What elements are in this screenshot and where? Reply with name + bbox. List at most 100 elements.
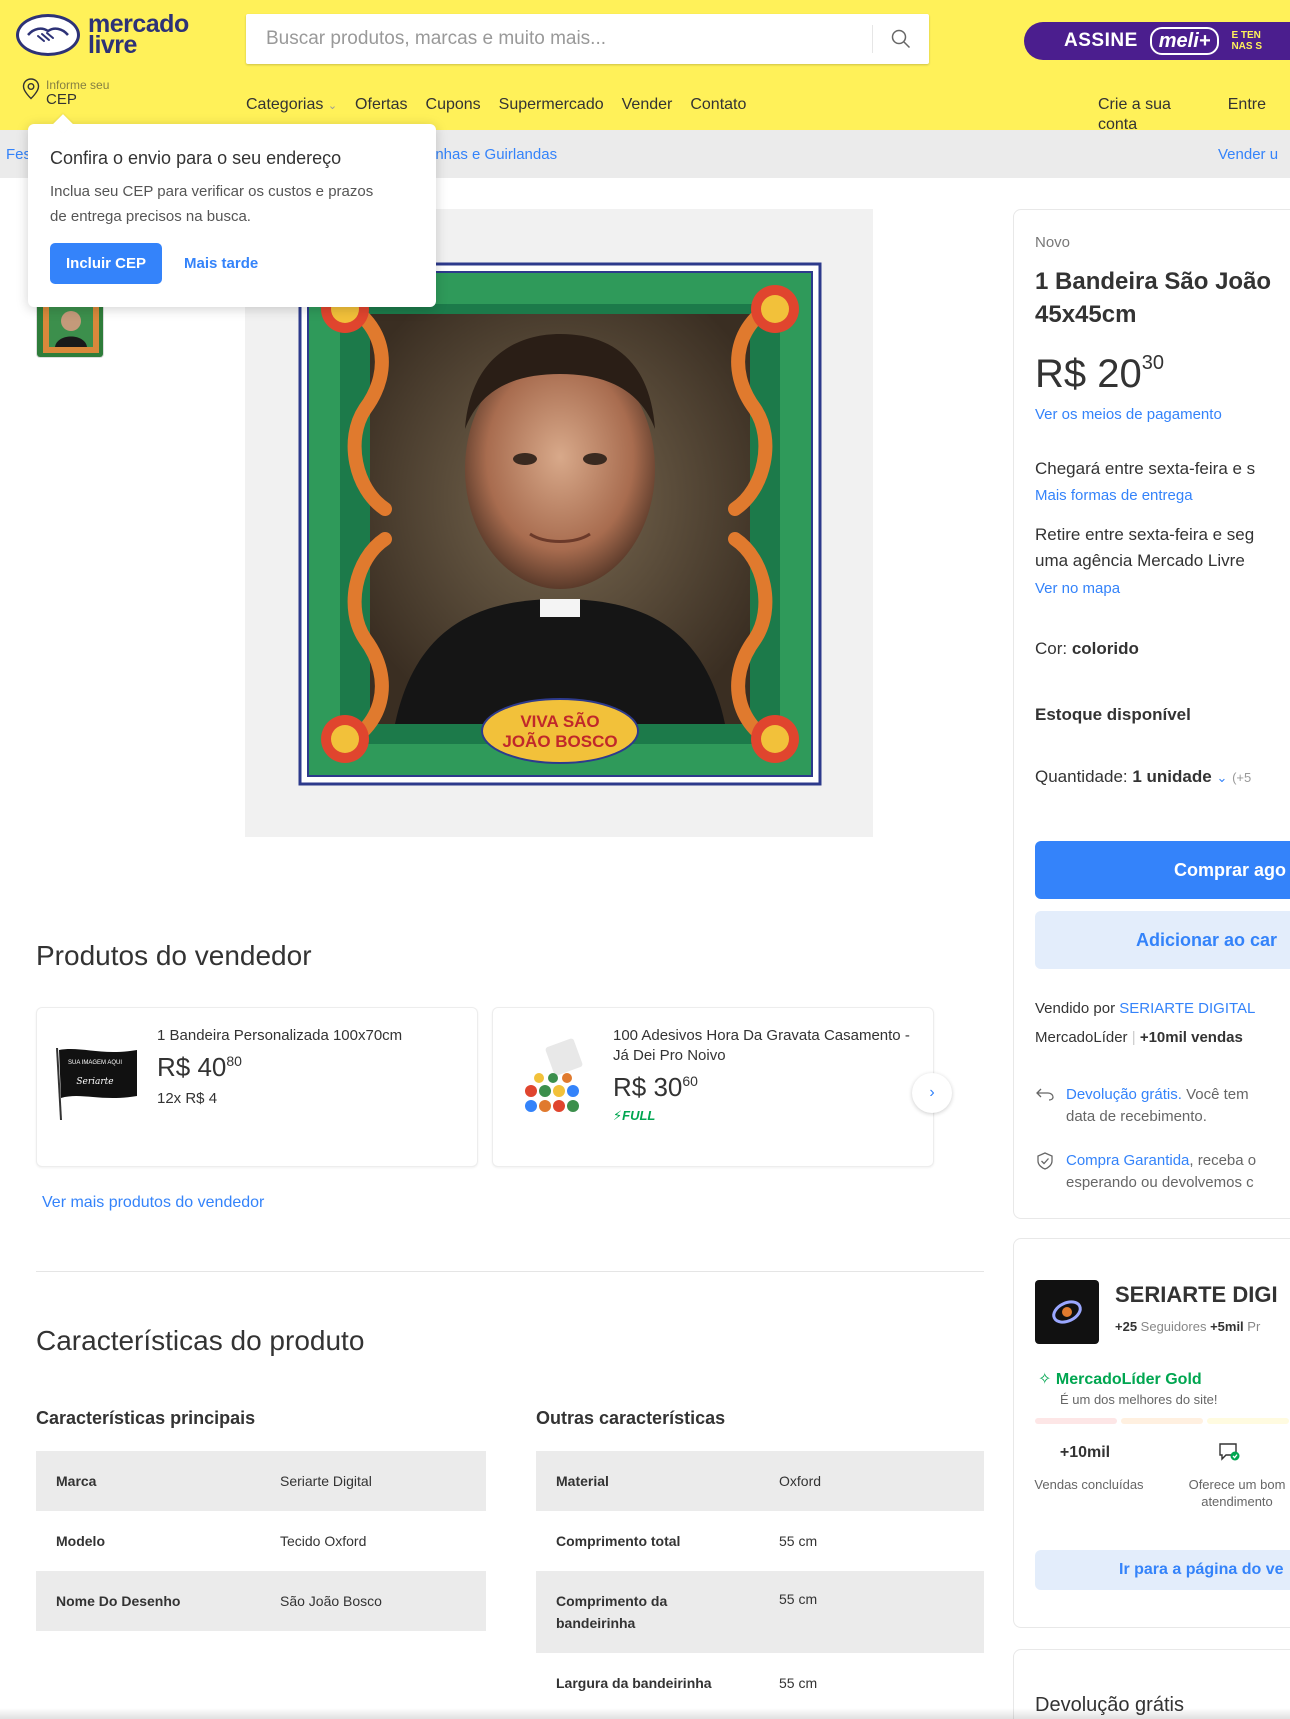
sold-by: Vendido por SERIARTE DIGITAL <box>1035 1000 1256 1017</box>
more-seller-products-link[interactable]: Ver mais produtos do vendedor <box>42 1194 264 1212</box>
spec-value: Seriarte Digital <box>260 1451 486 1511</box>
service-label: Oferece um bom atendimento <box>1188 1477 1286 1509</box>
include-cep-button[interactable]: Incluir CEP <box>50 243 163 284</box>
popup-text: Inclua seu CEP para verificar os custos … <box>50 183 374 225</box>
chat-check-icon <box>1219 1443 1240 1461</box>
spec-key: Nome Do Desenho <box>36 1571 260 1631</box>
guarantee-link[interactable]: Compra Garantida <box>1066 1152 1189 1169</box>
card-product-price: R$ 3060 <box>613 1072 698 1102</box>
mercado-livre-logo[interactable]: mercado livre <box>16 10 189 59</box>
spec-row: Material Oxford <box>536 1451 984 1511</box>
spec-key: Comprimento total <box>556 1533 681 1549</box>
medal-icon: ✧ <box>1038 1371 1052 1388</box>
seller-product-card[interactable]: 100 Adesivos Hora Da Gravata Casamento -… <box>492 1007 934 1167</box>
spec-value: 55 cm <box>759 1571 984 1653</box>
product-image <box>525 1038 583 1112</box>
reputation-segment <box>1035 1418 1117 1424</box>
nav-categorias[interactable]: Categorias ⌄ <box>246 95 337 116</box>
meli-plus-logo: meli+ <box>1149 27 1220 55</box>
nav-vender[interactable]: Vender <box>622 95 673 116</box>
bottom-shadow <box>0 1708 1290 1719</box>
returns-info-line2: data de recebimento. <box>1066 1108 1207 1125</box>
breadcrumb-link[interactable]: rinhas e Guirlandas <box>427 146 557 163</box>
nav-cupons[interactable]: Cupons <box>426 95 481 116</box>
spec-key: Modelo <box>56 1533 105 1549</box>
login-link[interactable]: Entre <box>1228 95 1266 135</box>
spec-value: Oxford <box>759 1451 984 1511</box>
payment-methods-link[interactable]: Ver os meios de pagamento <box>1035 406 1222 423</box>
spec-row: Comprimento da bandeirinha 55 cm <box>536 1571 984 1653</box>
spec-key: Material <box>536 1451 759 1511</box>
logo-wordmark: mercado livre <box>88 10 189 59</box>
returns-link[interactable]: Devolução grátis. <box>1066 1086 1182 1103</box>
cep-label: CEP <box>46 91 77 108</box>
other-characteristics-table: Material Oxford Comprimento total 55 cm … <box>536 1451 984 1713</box>
chevron-down-icon: ⌄ <box>1216 770 1228 785</box>
gold-subtitle: É um dos melhores do site! <box>1060 1392 1218 1407</box>
reputation-segment <box>1121 1418 1203 1424</box>
meli-plus-banner[interactable]: ASSINE meli+ E TEN NAS S <box>1024 22 1290 60</box>
spec-row: Largura da bandeirinha 55 cm <box>536 1653 984 1713</box>
seller-products-title: Produtos do vendedor <box>36 940 312 971</box>
search-bar[interactable] <box>246 14 929 64</box>
main-nav: Categorias ⌄ Ofertas Cupons Supermercado… <box>246 95 764 116</box>
image-banner-text-2: JOÃO BOSCO <box>502 731 617 751</box>
cep-popup: Confira o envio para o seu endereço Incl… <box>28 114 436 307</box>
characteristics-title: Características do produto <box>36 1325 365 1356</box>
product-image: SUA IMAGEM AQUI Seriarte <box>56 1047 137 1121</box>
delivery-options-link[interactable]: Mais formas de entrega <box>1035 487 1193 504</box>
spec-row: Modelo Tecido Oxford <box>36 1511 486 1571</box>
mercadolider-gold: ✧ MercadoLíder Gold <box>1038 1371 1202 1388</box>
full-badge: ⚡FULL <box>613 1108 656 1123</box>
account-nav: Crie a sua conta Entre <box>1098 95 1290 135</box>
carousel-next-button[interactable]: › <box>912 1073 952 1113</box>
lightning-icon: ⚡ <box>613 1108 623 1123</box>
sell-similar-link[interactable]: Vender u <box>1218 146 1278 163</box>
cep-selector[interactable]: Informe seu CEP <box>22 78 109 108</box>
card-product-name: 100 Adesivos Hora Da Gravata Casamento -… <box>613 1027 910 1064</box>
return-arrow-icon <box>1036 1088 1054 1101</box>
add-to-cart-button[interactable]: Adicionar ao car <box>1035 911 1290 969</box>
seller-product-card[interactable]: SUA IMAGEM AQUI Seriarte 1 Bandeira Pers… <box>36 1007 478 1167</box>
nav-ofertas[interactable]: Ofertas <box>355 95 407 116</box>
shield-check-icon <box>1037 1152 1053 1170</box>
sales-label: Vendas concluídas <box>1034 1477 1144 1492</box>
promo-label: ASSINE <box>1064 30 1138 51</box>
seller-logo[interactable] <box>1035 1280 1099 1344</box>
seller-page-button[interactable]: Ir para a página do ve <box>1035 1550 1290 1590</box>
section-divider <box>36 1271 984 1272</box>
pickup-line-1: Retire entre sexta-feira e seg <box>1035 525 1255 544</box>
later-link[interactable]: Mais tarde <box>184 255 258 272</box>
color-info: Cor: colorido <box>1035 639 1139 658</box>
chevron-down-icon: ⌄ <box>327 100 338 112</box>
quantity-selector[interactable]: Quantidade: 1 unidade ⌄ (+5 <box>1035 764 1251 791</box>
product-condition: Novo <box>1035 234 1071 251</box>
search-input[interactable] <box>246 14 872 64</box>
buy-now-button[interactable]: Comprar ago <box>1035 841 1290 899</box>
map-link[interactable]: Ver no mapa <box>1035 580 1120 597</box>
promo-small-text: E TEN NAS S <box>1231 30 1263 52</box>
popup-title: Confira o envio para o seu endereço <box>50 148 342 168</box>
popup-actions: Incluir CEP Mais tarde <box>50 243 414 284</box>
svg-text:SUA IMAGEM AQUI: SUA IMAGEM AQUI <box>68 1060 122 1066</box>
spec-value: Tecido Oxford <box>280 1533 367 1549</box>
nav-supermercado[interactable]: Supermercado <box>499 95 604 116</box>
spec-row: Nome Do Desenho São João Bosco <box>36 1571 486 1631</box>
nav-contato[interactable]: Contato <box>690 95 746 116</box>
create-account-link[interactable]: Crie a sua conta <box>1098 95 1204 135</box>
seller-name[interactable]: SERIARTE DIGI <box>1115 1282 1278 1308</box>
search-button[interactable] <box>873 14 929 64</box>
product-title: 1 Bandeira São João 45x45cm <box>1035 268 1272 328</box>
spec-key: Comprimento da bandeirinha <box>536 1571 759 1653</box>
main-characteristics-table: Marca Seriarte Digital Modelo Tecido Oxf… <box>36 1451 486 1631</box>
svg-text:Seriarte: Seriarte <box>76 1077 113 1087</box>
sales-count: +10mil <box>1059 1444 1111 1461</box>
image-banner-text-1: VIVA SÃO <box>520 711 599 731</box>
product-price: R$ 2030 <box>1035 352 1164 396</box>
spec-key: Marca <box>36 1451 260 1511</box>
location-pin-icon <box>22 78 40 100</box>
chevron-right-icon: › <box>929 1084 935 1101</box>
seller-stats: +25 Seguidores +5mil Pr <box>1115 1319 1261 1334</box>
seller-link[interactable]: SERIARTE DIGITAL <box>1119 1000 1255 1017</box>
stock-status: Estoque disponível <box>1035 705 1191 724</box>
